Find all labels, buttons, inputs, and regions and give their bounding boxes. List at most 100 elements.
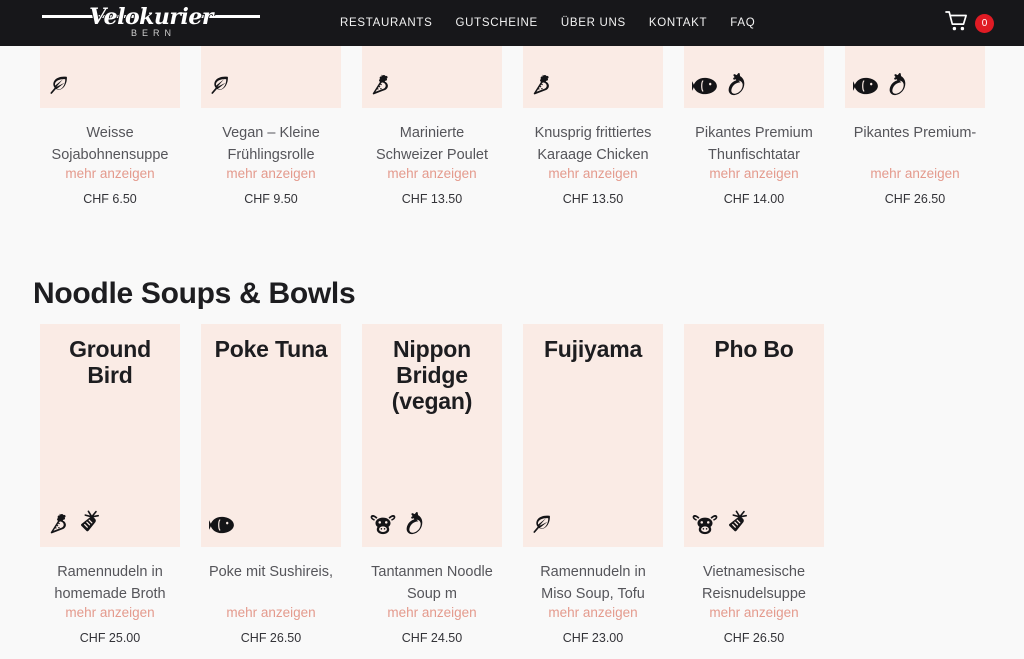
show-more-link[interactable]: mehr anzeigen xyxy=(362,165,502,183)
show-more-link[interactable]: mehr anzeigen xyxy=(523,604,663,622)
product-title-text: Vietnamesische Reisnudelsuppe xyxy=(702,564,806,602)
product-image-title: Ground Bird xyxy=(69,336,151,388)
dietary-badges xyxy=(851,72,910,101)
product-price: CHF 14.00 xyxy=(723,192,785,206)
product-card[interactable]: Poke Tuna Poke mit Sushireis, mehr anzeig… xyxy=(201,324,341,647)
nav-link-kontakt[interactable]: KONTAKT xyxy=(649,17,707,29)
show-more-link[interactable]: mehr anzeigen xyxy=(362,604,502,622)
product-title-text: Pikantes Premium- xyxy=(853,125,977,141)
product-image[interactable]: Poke Tuna xyxy=(201,324,341,547)
product-image-title: Fujiyama xyxy=(543,336,643,362)
leaf-icon xyxy=(209,74,231,101)
dietary-badges xyxy=(531,513,553,540)
product-image-title: Pho Bo xyxy=(714,336,794,362)
product-title: Pikantes Premium Thunfischtatar xyxy=(684,122,824,166)
site-header: Velokurier BERN RESTAURANTS GUTSCHEINE ÜBE… xyxy=(0,0,1024,46)
dietary-badges xyxy=(531,74,553,101)
product-title: Marinierte Schweizer Poulet xyxy=(362,122,502,166)
cow-icon xyxy=(370,513,396,540)
fish-icon xyxy=(690,76,718,101)
cow-icon xyxy=(692,513,718,540)
show-more-link[interactable]: mehr anzeigen xyxy=(684,165,824,183)
cart-count-badge: 0 xyxy=(975,13,994,33)
dietary-badges xyxy=(370,511,427,540)
nav-link-restaurants[interactable]: RESTAURANTS xyxy=(340,17,432,29)
chicken-icon xyxy=(48,513,70,540)
product-title-text: Tantanmen Noodle Soup m xyxy=(371,564,493,602)
shopping-cart-icon xyxy=(945,10,969,37)
carrot-icon xyxy=(727,509,751,540)
product-title: Weisse Sojabohnensuppe xyxy=(40,122,180,166)
product-price: CHF 26.50 xyxy=(240,631,302,645)
velokurier-logo-icon: Velokurier xyxy=(40,6,262,28)
chili-icon xyxy=(405,511,427,540)
product-title-text: Knusprig frittiertes Karaage Chicken xyxy=(534,125,652,163)
product-price: CHF 13.50 xyxy=(401,192,463,206)
dietary-badges xyxy=(48,509,103,540)
cart-button[interactable]: 0 xyxy=(945,0,994,46)
nav-link-faq[interactable]: FAQ xyxy=(730,17,755,29)
product-price: CHF 23.00 xyxy=(562,631,624,645)
chicken-icon xyxy=(531,74,553,101)
dietary-badges xyxy=(692,509,751,540)
product-title: Ramennudeln in Miso Soup, Tofu xyxy=(523,561,663,605)
dietary-badges xyxy=(209,74,231,101)
product-title: Ramennudeln in homemade Broth xyxy=(40,561,180,605)
product-title-text: Ramennudeln in homemade Broth xyxy=(54,564,166,602)
product-title-text: Marinierte Schweizer Poulet xyxy=(375,125,489,163)
dietary-badges xyxy=(690,72,749,101)
chicken-icon xyxy=(370,74,392,101)
product-price: CHF 26.50 xyxy=(884,192,946,206)
product-title: Vegan – Kleine Frühlingsrolle xyxy=(201,122,341,166)
show-more-link[interactable]: mehr anzeigen xyxy=(201,604,341,622)
nav-link-gutscheine[interactable]: GUTSCHEINE xyxy=(455,17,537,29)
product-card[interactable]: Pho Bo Vietnamesische Reisnudelsuppe mehr… xyxy=(684,324,824,647)
show-more-link[interactable]: mehr anzeigen xyxy=(201,165,341,183)
show-more-link[interactable]: mehr anzeigen xyxy=(684,604,824,622)
product-title: Knusprig frittiertes Karaage Chicken xyxy=(523,122,663,166)
show-more-link[interactable]: mehr anzeigen xyxy=(845,165,985,183)
show-more-link[interactable]: mehr anzeigen xyxy=(40,604,180,622)
product-card[interactable]: Ground Bird Ramennudeln in homemade Brot… xyxy=(40,324,180,647)
show-more-link[interactable]: mehr anzeigen xyxy=(523,165,663,183)
product-title: Pikantes Premium- xyxy=(845,122,985,166)
fish-icon xyxy=(207,515,235,540)
carrot-icon xyxy=(79,509,103,540)
product-title: Poke mit Sushireis, xyxy=(201,561,341,605)
product-title-text: Vegan – Kleine Frühlingsrolle xyxy=(222,125,320,163)
main-navigation: RESTAURANTS GUTSCHEINE ÜBER UNS KONTAKT FAQ xyxy=(340,0,755,46)
product-title: Vietnamesische Reisnudelsuppe xyxy=(684,561,824,605)
product-title: Tantanmen Noodle Soup m xyxy=(362,561,502,605)
product-price: CHF 24.50 xyxy=(401,631,463,645)
product-price: CHF 9.50 xyxy=(244,192,298,206)
fish-icon xyxy=(851,76,879,101)
chili-icon xyxy=(727,72,749,101)
product-image[interactable]: Pho Bo xyxy=(684,324,824,547)
product-price: CHF 6.50 xyxy=(83,192,137,206)
product-title-text: Poke mit Sushireis, xyxy=(208,564,334,580)
product-grid-row-2: Ground Bird Ramennudeln in homemade Brot… xyxy=(0,324,1024,647)
show-more-link[interactable]: mehr anzeigen xyxy=(40,165,180,183)
brand-logo-velokurier[interactable]: Velokurier BERN xyxy=(40,4,262,42)
product-title-text: Pikantes Premium Thunfischtatar xyxy=(695,125,813,163)
product-title-text: Weisse Sojabohnensuppe xyxy=(51,125,169,163)
product-price: CHF 13.50 xyxy=(562,192,624,206)
product-image-title: Nippon Bridge (vegan) xyxy=(391,336,473,414)
chili-icon xyxy=(888,72,910,101)
product-price: CHF 26.50 xyxy=(723,631,785,645)
product-image-title: Poke Tuna xyxy=(214,336,328,362)
leaf-icon xyxy=(48,74,70,101)
nav-link-ber-uns[interactable]: ÜBER UNS xyxy=(561,17,626,29)
brand-name: Velokurier xyxy=(89,4,213,30)
product-image[interactable]: Fujiyama xyxy=(523,324,663,547)
dietary-badges xyxy=(370,74,392,101)
product-image[interactable]: Nippon Bridge (vegan) xyxy=(362,324,502,547)
section-heading-noodle-soups-bowls: Noodle Soups & Bowls xyxy=(33,277,356,310)
leaf-icon xyxy=(531,513,553,540)
dietary-badges xyxy=(48,74,70,101)
product-card[interactable]: Nippon Bridge (vegan) Tantanmen Noodle S… xyxy=(362,324,502,647)
product-card[interactable]: Fujiyama Ramennudeln in Miso Soup, Tofu m… xyxy=(523,324,663,647)
dietary-badges xyxy=(207,515,235,540)
product-image[interactable]: Ground Bird xyxy=(40,324,180,547)
product-price: CHF 25.00 xyxy=(79,631,141,645)
